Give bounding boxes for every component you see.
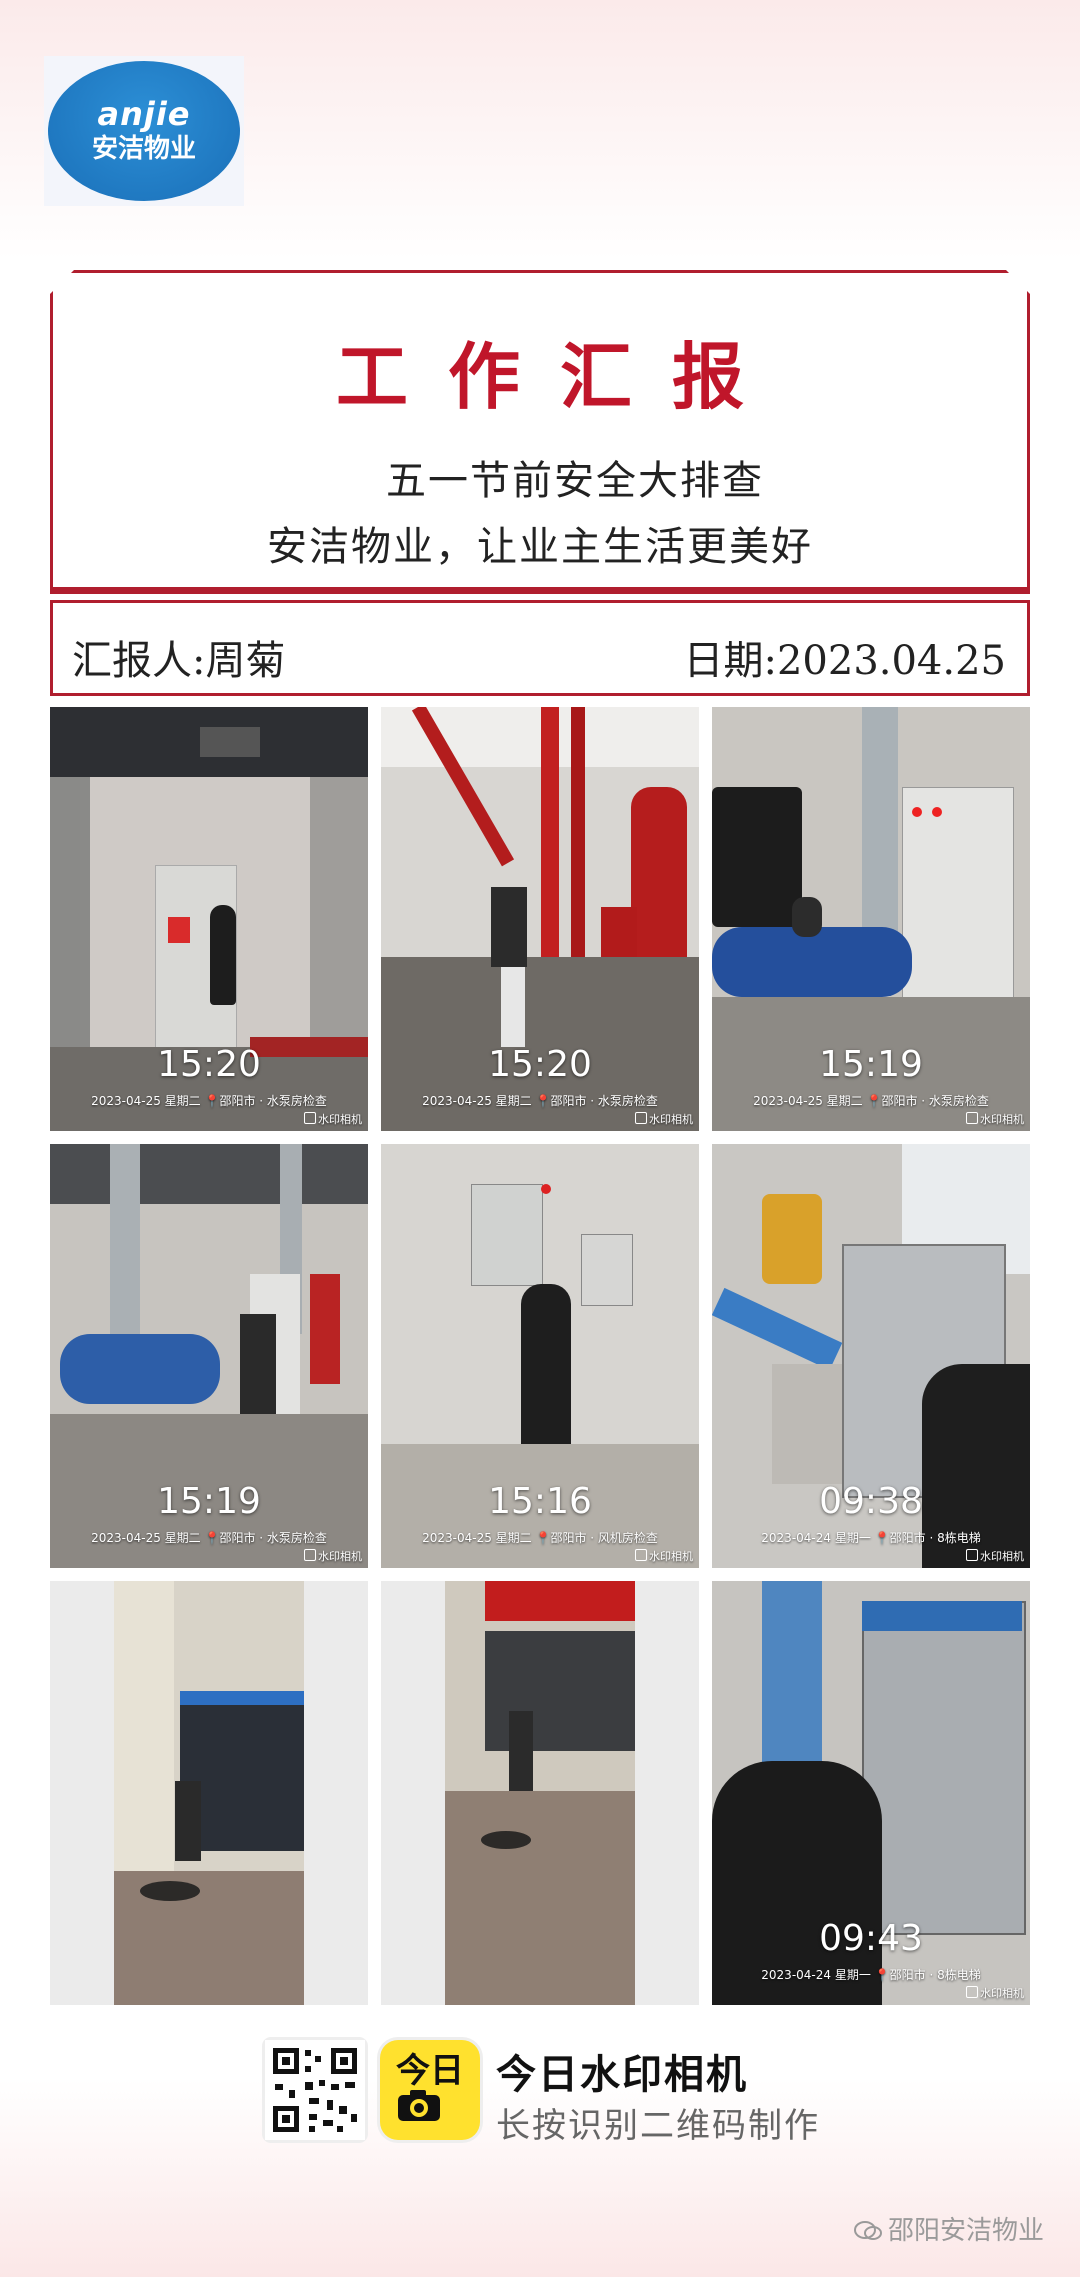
camera-icon [966,1986,978,1998]
camera-icon [966,1549,978,1561]
photo-5[interactable]: 15:16 2023-04-25 星期二 📍邵阳市 · 风机房检查 水印相机 [381,1144,699,1568]
location-pin-icon: 📍 [535,1094,551,1108]
app-icon-text: 今日 [396,2051,464,2091]
photo-meta: 2023-04-25 星期二 📍邵阳市 · 水泵房检查 [422,1094,658,1108]
photo-watermark: 水印相机 [304,1548,362,1564]
photo-meta: 2023-04-24 星期一 📍邵阳市 · 8栋电梯 [761,1968,981,1982]
photo-time: 15:16 [488,1481,592,1522]
photo-6[interactable]: 09:38 2023-04-24 星期一 📍邵阳市 · 8栋电梯 水印相机 [712,1144,1030,1568]
location-pin-icon: 📍 [874,1531,890,1545]
report-slogan: 安洁物业，让业主生活更美好 [267,524,813,570]
photo-time: 15:20 [488,1044,592,1085]
photo-time: 15:19 [819,1044,923,1085]
photo-1[interactable]: 15:20 2023-04-25 星期二 📍邵阳市 · 水泵房检查 水印相机 [50,707,368,1131]
photo-7[interactable] [50,1581,368,2005]
location-pin-icon: 📍 [874,1968,890,1982]
wechat-icon [853,2221,882,2240]
company-logo: anjie 安洁物业 [44,56,244,206]
photo-watermark: 水印相机 [966,1111,1024,1127]
photo-time: 09:43 [819,1918,923,1959]
reporter-label: 汇报人:周菊 [72,638,286,684]
location-pin-icon: 📍 [866,1094,882,1108]
photo-meta: 2023-04-25 星期二 📍邵阳市 · 水泵房检查 [753,1094,989,1108]
report-title: 工作汇报 [335,334,784,419]
logo-badge: anjie 安洁物业 [48,61,240,201]
camera-icon [635,1112,647,1124]
location-pin-icon: 📍 [535,1531,551,1545]
photo-2[interactable]: 15:20 2023-04-25 星期二 📍邵阳市 · 水泵房检查 水印相机 [381,707,699,1131]
divider [50,590,1030,594]
photo-9[interactable]: 09:43 2023-04-24 星期一 📍邵阳市 · 8栋电梯 水印相机 [712,1581,1030,2005]
camera-icon [635,1549,647,1561]
photo-watermark: 水印相机 [966,1985,1024,2001]
account-watermark: 邵阳安洁物业 [853,2210,1044,2247]
photo-watermark: 水印相机 [635,1111,693,1127]
logo-english: anjie [97,95,191,133]
photo-time: 15:19 [157,1481,261,1522]
qr-hint: 长按识别二维码制作 [496,2106,820,2146]
photo-time: 15:20 [157,1044,261,1085]
photo-8[interactable] [381,1581,699,2005]
photo-meta: 2023-04-25 星期二 📍邵阳市 · 水泵房检查 [91,1094,327,1108]
location-pin-icon: 📍 [204,1094,220,1108]
photo-watermark: 水印相机 [966,1548,1024,1564]
photo-3[interactable]: 15:19 2023-04-25 星期二 📍邵阳市 · 水泵房检查 水印相机 [712,707,1030,1131]
report-date: 日期:2023.04.25 [683,638,1007,684]
camera-icon [966,1112,978,1124]
photo-4[interactable]: 15:19 2023-04-25 星期二 📍邵阳市 · 水泵房检查 水印相机 [50,1144,368,1568]
photo-grid: 15:20 2023-04-25 星期二 📍邵阳市 · 水泵房检查 水印相机 1… [50,707,1030,2005]
camera-icon [304,1112,316,1124]
camera-app-icon[interactable]: 今日 [380,2040,480,2140]
photo-watermark: 水印相机 [304,1111,362,1127]
photo-meta: 2023-04-25 星期二 📍邵阳市 · 风机房检查 [422,1531,658,1545]
photo-time: 09:38 [819,1481,923,1522]
logo-chinese: 安洁物业 [91,134,196,164]
photo-meta: 2023-04-24 星期一 📍邵阳市 · 8栋电梯 [761,1531,981,1545]
photo-watermark: 水印相机 [635,1548,693,1564]
report-subtitle: 五一节前安全大排查 [386,458,764,504]
camera-icon [304,1549,316,1561]
app-name: 今日水印相机 [496,2052,748,2098]
camera-icon [398,2090,440,2121]
qr-code-icon[interactable] [265,2040,365,2140]
location-pin-icon: 📍 [204,1531,220,1545]
photo-meta: 2023-04-25 星期二 📍邵阳市 · 水泵房检查 [91,1531,327,1545]
